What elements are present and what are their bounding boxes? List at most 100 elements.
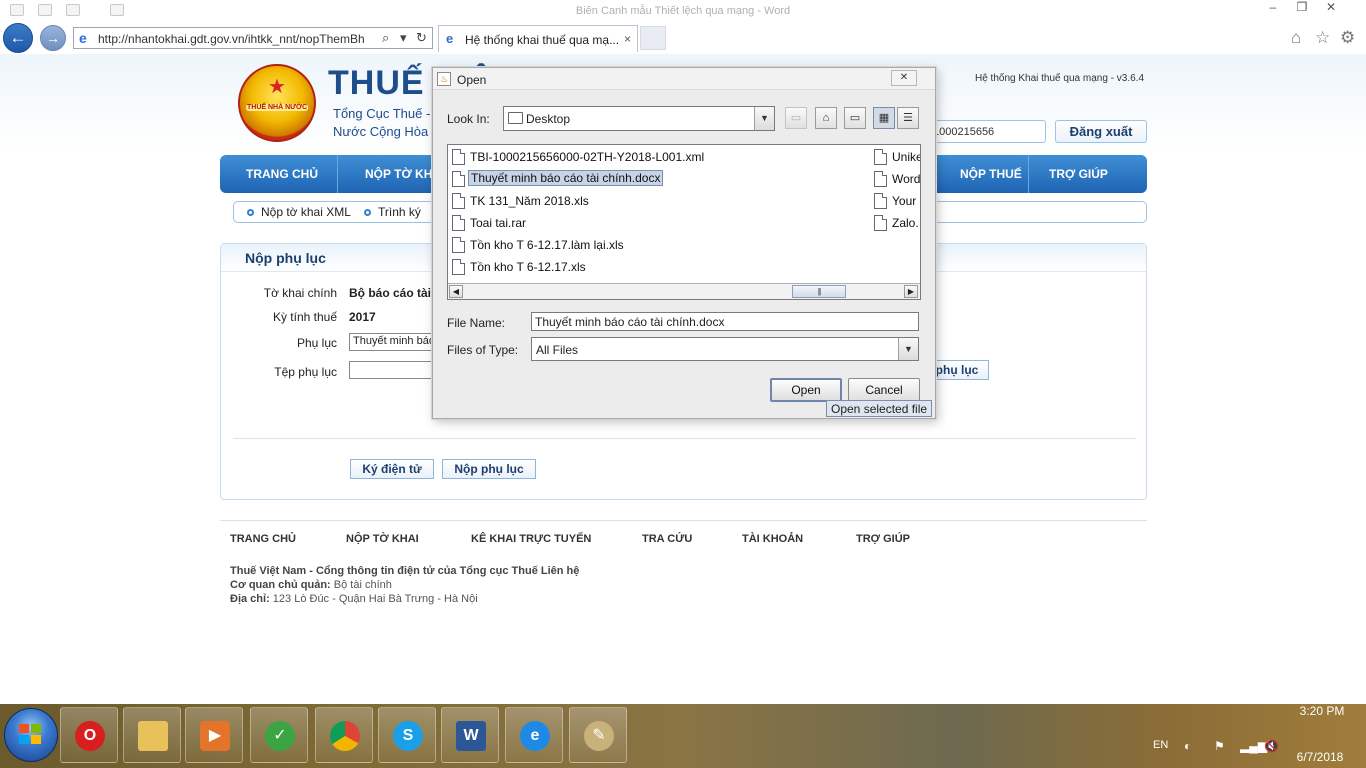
file-name: Tồn kho T 6-12.17.làm lại.xls <box>470 238 624 252</box>
up-folder-icon[interactable]: ▭ <box>785 107 807 129</box>
skype-icon: S <box>393 721 423 751</box>
menu-home[interactable]: TRANG CHỦ <box>246 167 318 181</box>
chevron-down-icon[interactable]: ▼ <box>898 338 918 360</box>
close-tab-icon[interactable]: × <box>624 32 631 46</box>
look-in-select[interactable]: Desktop ▼ <box>503 106 775 131</box>
footer-link-home[interactable]: TRANG CHỦ <box>230 533 296 545</box>
submenu-trinh-ky[interactable]: Trình ký <box>378 205 421 219</box>
file-name: Zalo. <box>892 216 919 230</box>
word-icon: W <box>456 721 486 751</box>
network-signal-icon[interactable]: ▂▄▆ <box>1240 739 1267 753</box>
file-item[interactable]: Your <box>872 191 920 211</box>
paint-icon: ✎ <box>584 721 614 751</box>
browser-tab[interactable]: e Hệ thống khai thuế qua mạ... × <box>438 25 638 52</box>
file-item[interactable]: Unike <box>872 147 921 167</box>
file-icon <box>452 193 465 209</box>
main-declaration-label: Tờ khai chính <box>263 286 337 300</box>
file-item[interactable]: Zalo. <box>872 213 920 233</box>
clock-date[interactable]: 6/7/2018 <box>1290 750 1350 764</box>
taskbar-chrome[interactable] <box>315 707 373 763</box>
footer-link-lookup[interactable]: TRA CỨU <box>642 533 692 545</box>
file-icon <box>874 149 887 165</box>
clock-time[interactable]: 3:20 PM <box>1295 704 1349 718</box>
dialog-close-button[interactable]: ✕ <box>891 70 917 86</box>
language-indicator[interactable]: EN <box>1153 739 1168 751</box>
taskbar-opera[interactable]: O <box>60 707 118 763</box>
footer-link-help[interactable]: TRỢ GIÚP <box>856 533 910 545</box>
address-bar[interactable]: e http://nhantokhai.gdt.gov.vn/ihtkk_nnt… <box>73 27 433 49</box>
chrome-icon <box>330 721 360 751</box>
scroll-left-icon[interactable]: ◀ <box>449 285 463 298</box>
footer-link-submit[interactable]: NỘP TỜ KHAI <box>346 533 419 545</box>
panel-title: Nộp phụ lục <box>245 250 326 266</box>
appendix-file-label: Tệp phụ lục <box>274 365 337 379</box>
restore-button[interactable]: ❐ <box>1291 0 1313 16</box>
appendix-select[interactable]: Thuyết minh báo <box>349 333 433 351</box>
list-view-icon[interactable]: ▦ <box>873 107 895 129</box>
details-view-icon[interactable]: ☰ <box>897 107 919 129</box>
new-folder-icon[interactable]: ▭ <box>844 107 866 129</box>
dialog-titlebar[interactable]: ♨ Open ✕ <box>433 68 935 90</box>
security-icon[interactable]: ⚑ <box>1214 739 1225 753</box>
look-in-label: Look In: <box>447 112 490 126</box>
open-button-tooltip: Open selected file <box>826 400 933 417</box>
scroll-right-icon[interactable]: ▶ <box>904 285 918 298</box>
submenu-nop-to-khai-xml[interactable]: Nộp tờ khai XML <box>261 205 351 219</box>
search-icon[interactable]: ⌕ <box>382 30 389 46</box>
file-type-label: Files of Type: <box>447 343 519 357</box>
appendix-file-input[interactable] <box>349 361 433 379</box>
minimize-button[interactable]: – <box>1262 0 1284 16</box>
home-icon[interactable]: ⌂ <box>1291 28 1301 48</box>
cancel-button[interactable]: Cancel <box>848 378 920 402</box>
file-name: Tồn kho T 6-12.17.xls <box>470 260 586 274</box>
taskbar-internet-explorer[interactable]: e <box>505 707 563 763</box>
file-name: TK 131_Năm 2018.xls <box>470 194 589 208</box>
taskbar-word[interactable]: W <box>441 707 499 763</box>
chevron-down-icon[interactable]: ▼ <box>754 107 774 130</box>
bullet-icon <box>247 209 254 216</box>
file-type-select[interactable]: All Files ▼ <box>531 337 919 361</box>
menu-separator <box>337 155 338 193</box>
footer-link-account[interactable]: TÀI KHOẢN <box>742 533 803 545</box>
emblem-label: THUẾ NHÀ NƯỚC <box>246 104 308 111</box>
file-name-input[interactable]: Thuyết minh báo cáo tài chính.docx <box>531 312 919 331</box>
chevron-down-icon[interactable]: ▾ <box>400 30 407 46</box>
start-button[interactable] <box>4 708 58 762</box>
menu-help[interactable]: TRỢ GIÚP <box>1049 167 1108 181</box>
submit-appendix-button[interactable]: Nộp phụ lục <box>442 459 536 479</box>
forward-button[interactable]: → <box>40 25 66 51</box>
panel-divider <box>233 438 1136 439</box>
file-item[interactable]: Word <box>872 169 920 189</box>
site-subtitle-2: Nước Cộng Hòa X <box>333 124 441 139</box>
taskbar-media-player[interactable]: ▶ <box>185 707 243 763</box>
refresh-icon[interactable]: ↻ <box>416 30 427 46</box>
footer-link-online-declare[interactable]: KÊ KHAI TRỰC TUYẾN <box>471 533 591 545</box>
taskbar-paint[interactable]: ✎ <box>569 707 627 763</box>
tax-emblem-logo: ★ THUẾ NHÀ NƯỚC <box>238 64 316 142</box>
file-icon <box>452 215 465 231</box>
footer-address-label: Địa chỉ: <box>230 593 270 605</box>
digital-sign-button[interactable]: Ký điện tử <box>350 459 434 479</box>
new-tab-button[interactable] <box>640 26 666 50</box>
close-window-button[interactable]: ✕ <box>1320 0 1342 16</box>
ie-page-icon: e <box>79 30 87 46</box>
volume-muted-icon[interactable]: 🔇 <box>1264 739 1279 753</box>
file-name: Unike <box>892 150 921 164</box>
system-version: Hệ thống Khai thuế qua mạng - v3.6.4 <box>975 73 1145 84</box>
open-button[interactable]: Open <box>770 378 842 402</box>
taskbar-file-explorer[interactable] <box>123 707 181 763</box>
taskbar-unikey[interactable]: ✓ <box>250 707 308 763</box>
menu-pay-tax[interactable]: NỘP THUẾ <box>960 167 1022 181</box>
address-url[interactable]: http://nhantokhai.gdt.gov.vn/ihtkk_nnt/n… <box>98 32 378 46</box>
horizontal-scrollbar[interactable]: ◀ ||| ▶ <box>448 283 920 299</box>
favorites-star-icon[interactable]: ☆ <box>1315 28 1330 48</box>
footer-info: Thuế Việt Nam - Cổng thông tin điện tử c… <box>230 564 579 606</box>
back-button[interactable]: ← <box>3 23 33 53</box>
home-folder-icon[interactable]: ⌂ <box>815 107 837 129</box>
action-center-icon[interactable]: ◐ <box>1184 739 1191 753</box>
tools-gear-icon[interactable]: ⚙ <box>1340 28 1355 48</box>
taskbar-skype[interactable]: S <box>378 707 436 763</box>
logout-button[interactable]: Đăng xuất <box>1055 120 1147 143</box>
footer-address-value: 123 Lò Đúc - Quận Hai Bà Trưng - Hà Nội <box>272 593 478 605</box>
scrollbar-thumb[interactable]: ||| <box>792 285 846 298</box>
